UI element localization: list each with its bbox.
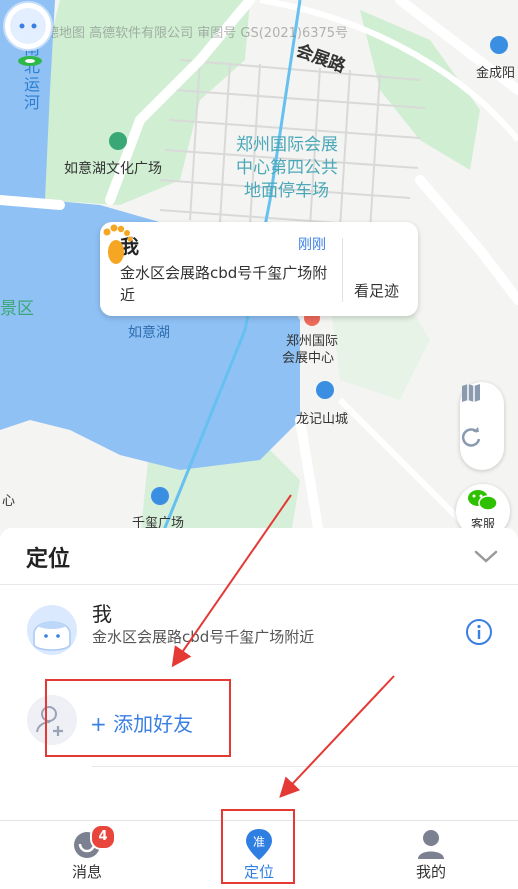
map-layers-icon (462, 384, 480, 402)
chevron-down-icon[interactable] (472, 546, 500, 566)
tab-profile[interactable]: 我的 (376, 821, 486, 889)
map-label-scenic: 景区 (0, 299, 34, 319)
info-icon[interactable] (465, 618, 493, 646)
map-label-parking-2: 中心第四公共 (236, 158, 338, 178)
row-divider (92, 766, 518, 767)
map-watermark: ©高德地图 高德软件有限公司 审图号 GS(2021)6375号 (20, 26, 349, 41)
map-label-left-edge: 心 (2, 494, 16, 509)
map-view[interactable]: ©高德地图 高德软件有限公司 审图号 GS(2021)6375号 会展路 南北运… (0, 0, 518, 540)
member-name: 我 (92, 602, 112, 626)
wechat-icon (468, 490, 498, 511)
annotation-box-location-tab (221, 809, 295, 884)
user-icon (418, 830, 444, 859)
refresh-button[interactable] (460, 426, 504, 470)
refresh-icon (461, 427, 481, 447)
map-label-longji: 龙记山城 (296, 412, 349, 427)
footprint-label[interactable]: 看足迹 (354, 280, 399, 301)
map-label-culture-square: 如意湖文化广场 (64, 161, 162, 177)
panel-header[interactable]: 定位 (0, 528, 518, 585)
map-layers-button[interactable] (460, 382, 504, 426)
user-location-pin[interactable] (0, 0, 56, 70)
location-bubble[interactable]: 我 刚刚 金水区会展路cbd号千玺广场附近 看足迹 (100, 222, 418, 316)
unread-badge: 4 (90, 824, 116, 850)
location-panel: 定位 我 金水区会展路cbd号千玺广场附近 + 添加好友 (0, 528, 518, 820)
map-label-expo-2: 会展中心 (282, 351, 335, 366)
map-controls (460, 382, 504, 470)
tab-messages[interactable]: 4 消息 (32, 821, 142, 889)
map-label-parking-1: 郑州国际会展 (236, 135, 338, 155)
bubble-divider (342, 238, 343, 302)
avatar (27, 605, 77, 655)
footprint-icon[interactable] (100, 222, 134, 266)
map-label-jincheng: 金成阳 (476, 66, 516, 81)
member-address: 金水区会展路cbd号千玺广场附近 (92, 628, 315, 646)
tab-messages-label: 消息 (71, 863, 102, 881)
bubble-address: 金水区会展路cbd号千玺广场附近 (120, 264, 328, 304)
annotation-box-add-friend (45, 679, 231, 757)
map-label-lake: 如意湖 (128, 325, 170, 341)
bubble-time: 刚刚 (298, 237, 326, 253)
map-label-parking-3: 地面停车场 (244, 181, 329, 201)
panel-title: 定位 (26, 547, 71, 572)
member-row-me[interactable]: 我 金水区会展路cbd号千玺广场附近 (0, 598, 518, 668)
tab-profile-label: 我的 (415, 863, 446, 881)
